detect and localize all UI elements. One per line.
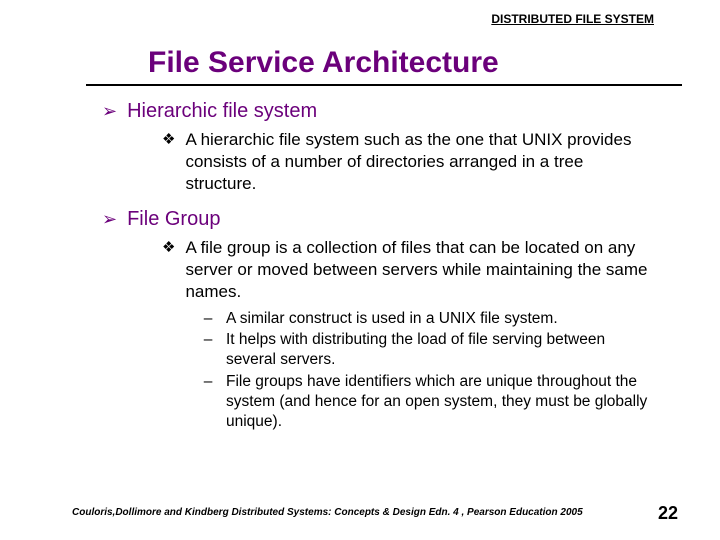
dash-item-text: A similar construct is used in a UNIX fi…: [226, 309, 656, 329]
dash-bullet-icon: –: [200, 330, 216, 370]
title-rule: [86, 84, 682, 86]
dash-list: – A similar construct is used in a UNIX …: [200, 309, 656, 432]
section-heading-text: Hierarchic file system: [127, 100, 317, 123]
section: ➢ File Group ❖ A file group is a collect…: [102, 208, 656, 431]
sub-item-text: A hierarchic file system such as the one…: [185, 129, 656, 194]
dash-bullet-icon: –: [200, 309, 216, 329]
arrow-bullet-icon: ➢: [102, 210, 117, 228]
sub-list: ❖ A hierarchic file system such as the o…: [162, 129, 656, 194]
sub-item-text: A file group is a collection of files th…: [185, 237, 656, 302]
section-heading: ➢ File Group: [102, 208, 656, 231]
section-heading-text: File Group: [127, 208, 220, 231]
sub-list: ❖ A file group is a collection of files …: [162, 237, 656, 431]
dash-item: – It helps with distributing the load of…: [200, 330, 656, 370]
page-title: File Service Architecture: [148, 46, 692, 80]
footer-citation: Couloris,Dollimore and Kindberg Distribu…: [72, 507, 583, 518]
header-label: DISTRIBUTED FILE SYSTEM: [28, 8, 692, 26]
dash-item-text: It helps with distributing the load of f…: [226, 330, 656, 370]
sub-item: ❖ A hierarchic file system such as the o…: [162, 129, 656, 194]
dash-bullet-icon: –: [200, 372, 216, 431]
arrow-bullet-icon: ➢: [102, 102, 117, 120]
page-number: 22: [658, 503, 678, 524]
section: ➢ Hierarchic file system ❖ A hierarchic …: [102, 100, 656, 194]
dash-item: – File groups have identifiers which are…: [200, 372, 656, 431]
dash-item: – A similar construct is used in a UNIX …: [200, 309, 656, 329]
sub-item: ❖ A file group is a collection of files …: [162, 237, 656, 302]
diamond-bullet-icon: ❖: [162, 129, 175, 194]
diamond-bullet-icon: ❖: [162, 237, 175, 302]
dash-item-text: File groups have identifiers which are u…: [226, 372, 656, 431]
section-heading: ➢ Hierarchic file system: [102, 100, 656, 123]
content: ➢ Hierarchic file system ❖ A hierarchic …: [102, 100, 656, 431]
